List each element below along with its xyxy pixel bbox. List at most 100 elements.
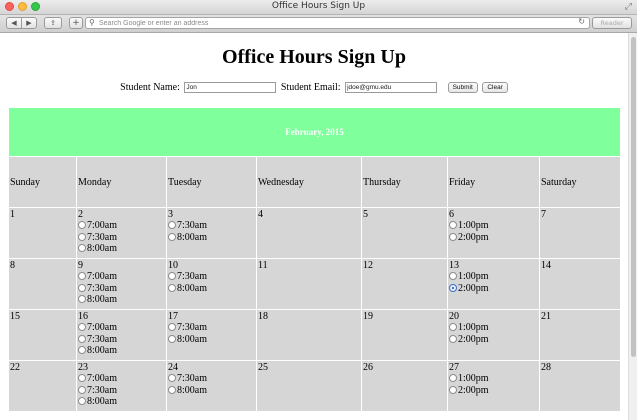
day-number: 27 xyxy=(449,362,459,373)
time-slot-option[interactable]: 8:00am xyxy=(78,243,166,255)
time-slot-option[interactable]: 7:30am xyxy=(78,334,166,346)
day-number: 15 xyxy=(10,311,20,322)
radio-unchecked-icon[interactable] xyxy=(78,244,86,252)
time-slot-option[interactable]: 8:00am xyxy=(78,294,166,306)
day-of-week-tuesday: Tuesday xyxy=(166,156,257,208)
radio-checked-icon[interactable] xyxy=(449,283,457,292)
radio-unchecked-icon[interactable] xyxy=(78,272,86,280)
reload-icon[interactable]: ↻ xyxy=(578,17,585,26)
time-slot-option[interactable]: 1:00pm xyxy=(449,271,539,283)
time-slot-label: 8:00am xyxy=(87,294,117,305)
address-input[interactable] xyxy=(99,18,569,28)
calendar-week-row: 15 16 7:00am 7:30am 8:00am 17 7:30am 8:00am 18 19… xyxy=(8,309,621,361)
clear-button[interactable]: Clear xyxy=(482,82,508,94)
address-bar[interactable]: ⚲ ↻ xyxy=(85,17,590,29)
time-slot-option[interactable]: 8:00am xyxy=(78,396,166,408)
time-slot-option[interactable]: 8:00am xyxy=(78,345,166,357)
time-slot-label: 1:00pm xyxy=(458,322,489,333)
radio-unchecked-icon[interactable] xyxy=(78,295,86,303)
day-number: 8 xyxy=(10,260,15,271)
time-slot-option[interactable]: 2:00pm xyxy=(449,334,539,346)
time-slot-option[interactable]: 7:30am xyxy=(168,373,256,385)
time-slot-option[interactable]: 8:00am xyxy=(168,334,256,346)
back-button[interactable]: ◀ xyxy=(6,17,22,29)
back-arrow-icon: ◀ xyxy=(11,19,17,27)
radio-unchecked-icon[interactable] xyxy=(449,272,457,280)
time-slot-option[interactable]: 7:30am xyxy=(168,271,256,283)
radio-unchecked-icon[interactable] xyxy=(78,346,86,354)
time-slot-option[interactable]: 7:30am xyxy=(168,322,256,334)
share-button[interactable]: ⇪ xyxy=(44,17,62,29)
radio-unchecked-icon[interactable] xyxy=(168,221,176,229)
radio-unchecked-icon[interactable] xyxy=(78,397,86,405)
time-slot-option[interactable]: 8:00am xyxy=(168,232,256,244)
time-slot-label: 7:00am xyxy=(87,322,117,333)
time-slot-option[interactable]: 7:00am xyxy=(78,322,166,334)
day-number: 1 xyxy=(10,209,15,220)
radio-unchecked-icon[interactable] xyxy=(78,232,86,241)
radio-unchecked-icon[interactable] xyxy=(78,334,86,343)
time-slot-option[interactable]: 2:00pm xyxy=(449,232,539,244)
vertical-scrollbar[interactable] xyxy=(628,33,637,420)
radio-unchecked-icon[interactable] xyxy=(168,374,176,382)
day-number: 20 xyxy=(449,311,459,322)
time-slot-option[interactable]: 7:30am xyxy=(78,283,166,295)
time-slot-option[interactable]: 1:00pm xyxy=(449,373,539,385)
time-slot-label: 8:00am xyxy=(177,282,207,294)
new-tab-button[interactable]: + xyxy=(69,17,83,29)
radio-unchecked-icon[interactable] xyxy=(449,323,457,331)
radio-unchecked-icon[interactable] xyxy=(449,385,457,394)
time-slot-option[interactable]: 7:30am xyxy=(168,220,256,232)
radio-unchecked-icon[interactable] xyxy=(78,323,86,331)
calendar-day-cell: 2 7:00am 7:30am 8:00am xyxy=(76,207,167,259)
time-slot-label: 2:00pm xyxy=(458,333,489,345)
scrollbar-thumb[interactable] xyxy=(631,37,636,357)
submit-button[interactable]: Submit xyxy=(447,82,478,94)
radio-unchecked-icon[interactable] xyxy=(449,221,457,229)
time-slot-option[interactable]: 8:00am xyxy=(168,385,256,397)
calendar-day-cell: 9 7:00am 7:30am 8:00am xyxy=(76,258,167,310)
time-slot-label: 7:30am xyxy=(177,373,207,384)
radio-unchecked-icon[interactable] xyxy=(449,232,457,241)
radio-unchecked-icon[interactable] xyxy=(168,232,176,241)
day-number: 18 xyxy=(258,311,268,322)
time-slot-option[interactable]: 1:00pm xyxy=(449,322,539,334)
time-slot-label: 8:00am xyxy=(87,345,117,356)
time-slot-option[interactable]: 7:00am xyxy=(78,373,166,385)
radio-unchecked-icon[interactable] xyxy=(78,221,86,229)
radio-unchecked-icon[interactable] xyxy=(168,385,176,394)
time-slot-label: 2:00pm xyxy=(458,282,489,294)
radio-unchecked-icon[interactable] xyxy=(78,385,86,394)
month-header: February, 2015 xyxy=(8,107,621,157)
radio-unchecked-icon[interactable] xyxy=(449,334,457,343)
student-name-field[interactable] xyxy=(184,82,277,94)
time-slot-option[interactable]: 7:30am xyxy=(78,232,166,244)
fullscreen-icon[interactable]: ⤢ xyxy=(625,1,632,12)
time-slot-option[interactable]: 7:00am xyxy=(78,271,166,283)
radio-unchecked-icon[interactable] xyxy=(168,323,176,331)
radio-unchecked-icon[interactable] xyxy=(168,283,176,292)
student-email-field[interactable] xyxy=(345,82,438,94)
time-slot-option[interactable]: 1:00pm xyxy=(449,220,539,232)
forward-arrow-icon: ▶ xyxy=(26,19,32,27)
radio-unchecked-icon[interactable] xyxy=(449,374,457,382)
calendar-day-cell: 10 7:30am 8:00am xyxy=(166,258,257,310)
radio-unchecked-icon[interactable] xyxy=(78,283,86,292)
radio-unchecked-icon[interactable] xyxy=(168,334,176,343)
time-slot-label: 1:00pm xyxy=(458,373,489,384)
calendar-day-cell: 23 7:00am 7:30am 8:00am xyxy=(76,360,167,412)
time-slot-option[interactable]: 2:00pm xyxy=(449,283,539,295)
time-slot-label: 7:00am xyxy=(87,220,117,231)
reader-button[interactable]: Reader xyxy=(592,17,632,29)
calendar-day-cell: 25 xyxy=(256,360,362,412)
forward-button[interactable]: ▶ xyxy=(21,17,37,29)
calendar-body: 1 2 7:00am 7:30am 8:00am 3 7:30am 8:00am 4 5 6 1:00… xyxy=(8,207,621,412)
calendar-day-cell: 3 7:30am 8:00am xyxy=(166,207,257,259)
time-slot-option[interactable]: 7:00am xyxy=(78,220,166,232)
time-slot-option[interactable]: 8:00am xyxy=(168,283,256,295)
calendar-day-cell: 26 xyxy=(361,360,448,412)
radio-unchecked-icon[interactable] xyxy=(78,374,86,382)
time-slot-option[interactable]: 2:00pm xyxy=(449,385,539,397)
time-slot-option[interactable]: 7:30am xyxy=(78,385,166,397)
radio-unchecked-icon[interactable] xyxy=(168,272,176,280)
